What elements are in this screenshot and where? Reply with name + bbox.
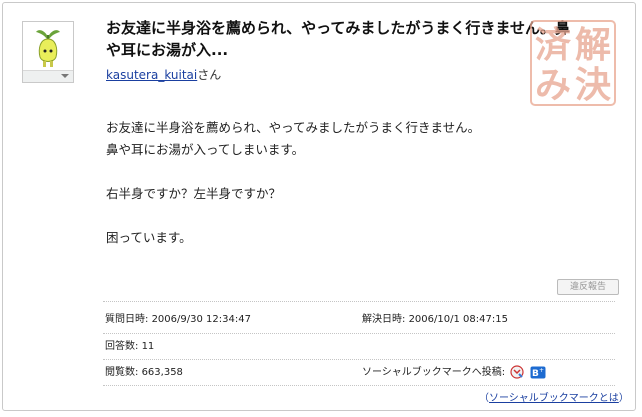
question-body: お友達に半身浴を薦められ、やってみましたがうまく行きません。 鼻や耳にお湯が入っ…: [106, 117, 586, 249]
avatar-menu-bar[interactable]: [23, 70, 73, 82]
hatena-bookmark-icon[interactable]: B +: [530, 366, 546, 379]
divider: [103, 385, 615, 386]
body-line: お友達に半身浴を薦められ、やってみましたがうまく行きません。: [106, 120, 481, 135]
body-line: 困っています。: [106, 230, 192, 245]
social-bookmark: ソーシャルブックマークへ投稿: B +: [362, 365, 546, 379]
meta-row-dates: 質問日時: 2006/9/30 12:34:47 解決日時: 2006/10/1…: [103, 308, 613, 332]
asker-link[interactable]: kasutera_kuitai: [106, 68, 197, 82]
social-bookmark-help-link[interactable]: ソーシャルブックマークとは: [489, 393, 619, 404]
answer-count: 回答数: 11: [105, 341, 155, 352]
divider: [103, 333, 615, 334]
divider: [103, 301, 615, 302]
yahoo-bookmark-icon[interactable]: [510, 365, 524, 379]
question-title: お友達に半身浴を薦められ、やってみましたがうまく行きません。鼻や耳にお湯が入..…: [106, 19, 570, 59]
stamp-char-3: 決: [575, 64, 611, 106]
meta-row-answers: 回答数: 11: [103, 335, 613, 359]
asked-datetime: 質問日時: 2006/9/30 12:34:47: [105, 314, 251, 325]
question-card: お友達に半身浴を薦められ、やってみましたがうまく行きません。鼻や耳にお湯が入..…: [2, 2, 636, 411]
view-count: 閲覧数: 663,358: [105, 367, 183, 378]
body-line: [106, 205, 586, 227]
avatar-sprout-icon: [36, 30, 60, 67]
body-line: 右半身ですか？左半身ですか？: [106, 186, 282, 201]
stamp-char-2: 済: [535, 24, 571, 66]
body-line: [106, 161, 586, 183]
resolved-datetime: 解決日時: 2006/10/1 08:47:15: [362, 314, 508, 325]
report-button[interactable]: 違反報告: [557, 279, 619, 295]
stamp-char-1: 解: [575, 24, 611, 66]
avatar[interactable]: [22, 21, 74, 83]
meta-row-views: 閲覧数: 663,358 ソーシャルブックマークへ投稿: B +: [103, 361, 613, 385]
body-line: 鼻や耳にお湯が入ってしまいます。: [106, 142, 305, 157]
svg-text:+: +: [539, 367, 544, 374]
asker-suffix: さん: [197, 68, 222, 82]
asker-line: kasutera_kuitaiさん: [106, 66, 221, 83]
resolved-stamp: 解 済 決 み: [530, 20, 616, 106]
divider: [103, 359, 615, 360]
svg-text:B: B: [532, 369, 539, 379]
chevron-down-icon[interactable]: [61, 74, 69, 78]
stamp-char-4: み: [535, 64, 571, 106]
social-bookmark-help: （ソーシャルブックマークとは）: [479, 393, 629, 404]
